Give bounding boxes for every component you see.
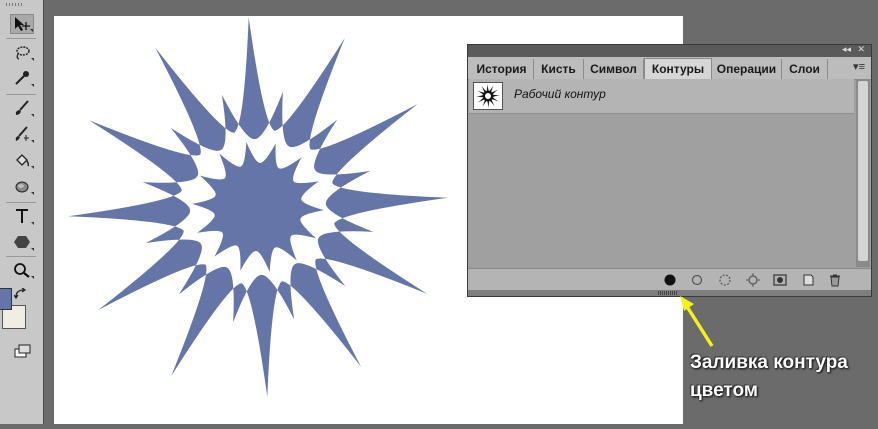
panel-bottom-bar xyxy=(468,268,871,291)
path-thumbnail xyxy=(473,82,503,110)
tab-paths[interactable]: Контуры xyxy=(644,58,712,80)
tool-separator xyxy=(6,94,36,95)
make-work-path-icon[interactable] xyxy=(746,273,760,287)
shape-tool-icon[interactable] xyxy=(10,232,34,252)
eyedropper-tool-icon[interactable] xyxy=(10,68,34,88)
tab-history[interactable]: История xyxy=(470,59,534,79)
panel-resize-handle[interactable] xyxy=(468,290,871,296)
panel-tabs: История Кисть Символ Контуры Операции Сл… xyxy=(468,57,871,80)
panel-menu-icon[interactable]: ▾≡ xyxy=(853,60,865,73)
zoom-tool-icon[interactable] xyxy=(10,260,34,280)
brush-tool-icon[interactable] xyxy=(10,98,34,118)
tab-layers[interactable]: Слои xyxy=(782,59,828,79)
foreground-color-swatch[interactable] xyxy=(0,288,12,310)
collapse-panel-icon[interactable]: ◂◂ xyxy=(842,44,851,55)
annotation-line-1: Заливка контура xyxy=(690,352,848,373)
tool-separator xyxy=(6,38,36,39)
filled-path xyxy=(68,17,448,397)
tool-separator xyxy=(6,256,36,257)
new-path-icon[interactable] xyxy=(801,273,815,287)
tab-character[interactable]: Символ xyxy=(584,59,644,79)
resize-grip[interactable] xyxy=(658,291,678,295)
panel-title-bar[interactable]: ◂◂ ✕ xyxy=(468,44,871,57)
load-path-as-selection-icon[interactable] xyxy=(718,273,732,287)
screen-mode-icon[interactable] xyxy=(14,344,32,363)
tool-separator xyxy=(6,202,36,203)
swap-colors-icon[interactable] xyxy=(13,287,28,305)
tab-actions[interactable]: Операции xyxy=(712,59,782,79)
type-tool-icon[interactable] xyxy=(10,206,34,226)
paths-panel: ◂◂ ✕ История Кисть Символ Контуры Операц… xyxy=(467,44,872,297)
annotation-line-2: цветом xyxy=(690,380,758,401)
fill-path-with-color-icon[interactable] xyxy=(663,273,677,287)
path-list-item[interactable]: Рабочий контур xyxy=(469,79,854,114)
annotation-text: Заливка контура цветом xyxy=(690,349,870,405)
history-brush-tool-icon[interactable] xyxy=(10,124,34,144)
paint-bucket-tool-icon[interactable] xyxy=(10,150,34,170)
stroke-path-icon[interactable] xyxy=(690,273,704,287)
tab-brush[interactable]: Кисть xyxy=(534,59,584,79)
toolbar-grip[interactable] xyxy=(6,3,24,6)
add-mask-icon[interactable] xyxy=(773,273,787,287)
delete-path-icon[interactable] xyxy=(828,273,842,287)
blur-tool-icon[interactable] xyxy=(10,176,34,196)
close-panel-icon[interactable]: ✕ xyxy=(857,44,865,55)
panel-scrollbar[interactable] xyxy=(856,79,870,267)
path-name: Рабочий контур xyxy=(514,87,606,101)
move-tool-icon[interactable] xyxy=(10,14,34,34)
lasso-tool-icon[interactable] xyxy=(10,42,34,62)
tools-panel xyxy=(0,0,44,424)
scrollbar-thumb[interactable] xyxy=(858,81,868,261)
